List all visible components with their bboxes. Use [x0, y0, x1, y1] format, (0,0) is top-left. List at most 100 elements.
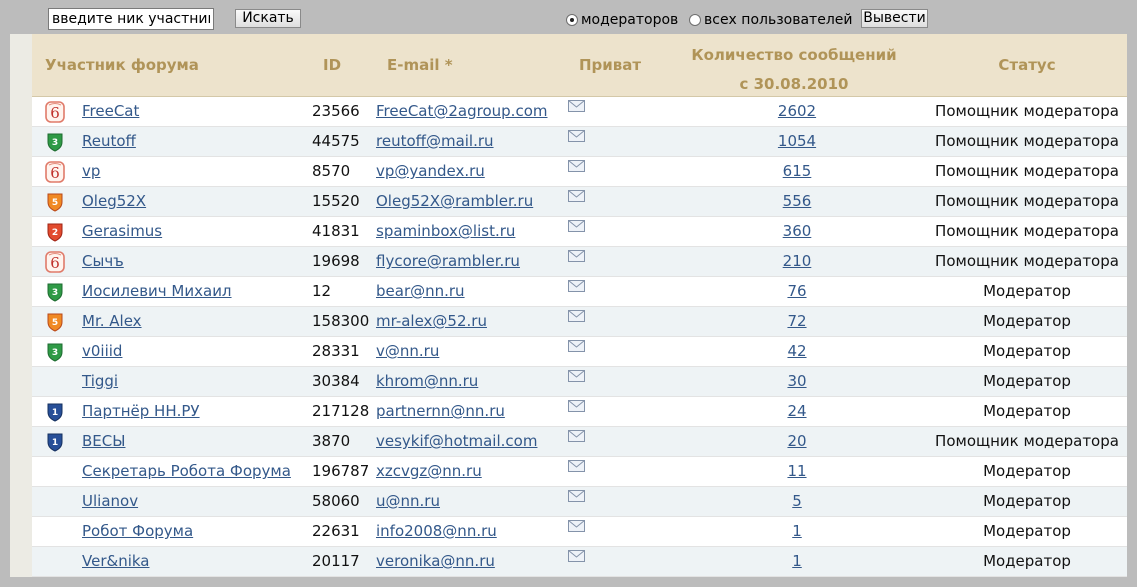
radio-all-users-option[interactable]: всех пользователей — [689, 10, 852, 30]
header-email: E-mail * — [387, 56, 453, 74]
message-count-link[interactable]: 1 — [792, 552, 802, 570]
private-message-icon[interactable] — [568, 429, 585, 445]
rank-badge-empty — [42, 517, 68, 546]
member-name-link[interactable]: Ver&nika — [82, 552, 149, 570]
member-status: Помощник модератора — [935, 192, 1119, 210]
private-message-icon[interactable] — [568, 159, 585, 175]
private-message-icon[interactable] — [568, 549, 585, 565]
header-count-line1: Количество сообщений — [691, 46, 897, 64]
private-message-icon[interactable] — [568, 309, 585, 325]
private-message-icon[interactable] — [568, 519, 585, 535]
private-message-icon[interactable] — [568, 489, 585, 505]
radio-moderators-option[interactable]: модераторов — [566, 10, 678, 30]
member-name-link[interactable]: Reutoff — [82, 132, 136, 150]
member-name-link[interactable]: Партнёр НН.РУ — [82, 402, 200, 420]
private-message-icon[interactable] — [568, 219, 585, 235]
member-name-link[interactable]: FreeCat — [82, 102, 139, 120]
private-message-icon[interactable] — [568, 249, 585, 265]
header-status: Статус — [998, 56, 1056, 74]
member-email-link[interactable]: u@nn.ru — [376, 492, 440, 510]
message-count-link[interactable]: 5 — [792, 492, 802, 510]
member-email-link[interactable]: partnernn@nn.ru — [376, 402, 505, 420]
member-id: 20117 — [312, 552, 360, 570]
member-id: 3870 — [312, 432, 351, 450]
member-email-link[interactable]: vesykif@hotmail.com — [376, 432, 537, 450]
member-name-link[interactable]: ВЕСЫ — [82, 432, 125, 450]
message-count-link[interactable]: 1054 — [778, 132, 816, 150]
rank-badge-empty — [42, 457, 68, 486]
member-name-link[interactable]: Gerasimus — [82, 222, 162, 240]
member-id: 30384 — [312, 372, 360, 390]
rank-badge-icon: 1 — [42, 397, 68, 426]
search-input[interactable] — [48, 8, 214, 30]
private-message-icon[interactable] — [568, 369, 585, 385]
message-count-link[interactable]: 11 — [787, 462, 806, 480]
member-email-link[interactable]: Oleg52X@rambler.ru — [376, 192, 533, 210]
private-message-icon[interactable] — [568, 129, 585, 145]
member-id: 158300 — [312, 312, 370, 330]
member-name-link[interactable]: Сычъ — [82, 252, 124, 270]
member-email-link[interactable]: info2008@nn.ru — [376, 522, 497, 540]
table-row: 5 Mr. Alex 158300 mr-alex@52.ru 72 Модератор — [32, 307, 1127, 337]
rank-badge-icon: 5 — [42, 187, 68, 216]
message-count-link[interactable]: 20 — [787, 432, 806, 450]
show-button[interactable]: Вывести — [861, 9, 928, 28]
private-message-icon[interactable] — [568, 399, 585, 415]
table-header: Участник форума ID E-mail * Приват Колич… — [32, 34, 1127, 97]
member-email-link[interactable]: khrom@nn.ru — [376, 372, 478, 390]
message-count-link[interactable]: 72 — [787, 312, 806, 330]
private-message-icon[interactable] — [568, 279, 585, 295]
member-name-link[interactable]: Oleg52X — [82, 192, 146, 210]
radio-all-users[interactable] — [689, 14, 701, 26]
member-email-link[interactable]: v@nn.ru — [376, 342, 439, 360]
private-message-icon[interactable] — [568, 459, 585, 475]
member-name-link[interactable]: Секретарь Робота Форума — [82, 462, 291, 480]
member-email-link[interactable]: vp@yandex.ru — [376, 162, 485, 180]
header-member: Участник форума — [45, 56, 199, 74]
table-row: 6 Сычъ 19698 flycore@rambler.ru 210 Помощник … — [32, 247, 1127, 277]
rank-badge-icon: 3 — [42, 337, 68, 366]
member-email-link[interactable]: xzcvgz@nn.ru — [376, 462, 482, 480]
message-count-link[interactable]: 1 — [792, 522, 802, 540]
member-email-link[interactable]: spaminbox@list.ru — [376, 222, 515, 240]
member-status: Модератор — [983, 312, 1071, 330]
message-count-link[interactable]: 42 — [787, 342, 806, 360]
member-email-link[interactable]: veronika@nn.ru — [376, 552, 495, 570]
message-count-link[interactable]: 210 — [783, 252, 812, 270]
member-email-link[interactable]: reutoff@mail.ru — [376, 132, 494, 150]
rank-badge-icon: 3 — [42, 127, 68, 156]
member-name-link[interactable]: Робот Форума — [82, 522, 193, 540]
member-name-link[interactable]: v0iiid — [82, 342, 122, 360]
table-row: Ulianov 58060 u@nn.ru 5 Модератор — [32, 487, 1127, 517]
member-name-link[interactable]: Mr. Alex — [82, 312, 142, 330]
message-count-link[interactable]: 360 — [783, 222, 812, 240]
member-email-link[interactable]: bear@nn.ru — [376, 282, 465, 300]
svg-text:6: 6 — [50, 254, 60, 272]
private-message-icon[interactable] — [568, 99, 585, 115]
message-count-link[interactable]: 30 — [787, 372, 806, 390]
radio-moderators[interactable] — [566, 14, 578, 26]
private-message-icon[interactable] — [568, 189, 585, 205]
table-row: 2 Gerasimus 41831 spaminbox@list.ru 360 Помощ… — [32, 217, 1127, 247]
message-count-link[interactable]: 24 — [787, 402, 806, 420]
message-count-link[interactable]: 2602 — [778, 102, 816, 120]
rank-badge-icon: 1 — [42, 427, 68, 456]
member-email-link[interactable]: FreeCat@2agroup.com — [376, 102, 547, 120]
member-status: Модератор — [983, 402, 1071, 420]
member-status: Модератор — [983, 342, 1071, 360]
private-message-icon[interactable] — [568, 339, 585, 355]
member-name-link[interactable]: Tiggi — [82, 372, 118, 390]
member-email-link[interactable]: flycore@rambler.ru — [376, 252, 520, 270]
member-email-link[interactable]: mr-alex@52.ru — [376, 312, 487, 330]
member-name-link[interactable]: vp — [82, 162, 100, 180]
member-status: Помощник модератора — [935, 252, 1119, 270]
member-id: 22631 — [312, 522, 360, 540]
message-count-link[interactable]: 556 — [783, 192, 812, 210]
table-row: Секретарь Робота Форума 196787 xzcvgz@nn.r… — [32, 457, 1127, 487]
member-status: Модератор — [983, 372, 1071, 390]
member-name-link[interactable]: Ulianov — [82, 492, 138, 510]
message-count-link[interactable]: 76 — [787, 282, 806, 300]
member-name-link[interactable]: Иосилевич Михаил — [82, 282, 232, 300]
search-button[interactable]: Искать — [235, 9, 301, 28]
message-count-link[interactable]: 615 — [783, 162, 812, 180]
